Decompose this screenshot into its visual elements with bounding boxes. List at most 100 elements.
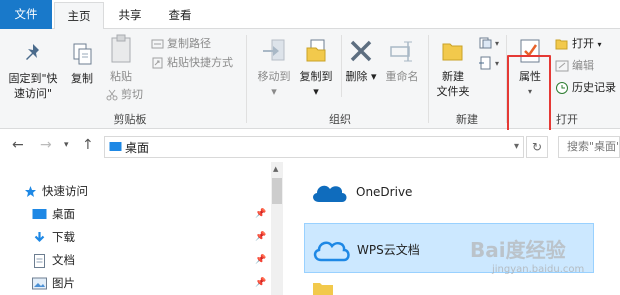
- forward-arrow-icon[interactable]: →: [40, 137, 52, 153]
- pin-quick-access-button[interactable]: 固定到"快 速访问": [4, 41, 62, 101]
- delete-x-icon: [350, 40, 372, 62]
- pin-label-line2: 速访问": [13, 87, 53, 100]
- pin-label-line1: 固定到"快: [8, 72, 58, 85]
- watermark-url: jingyan.baidu.com: [492, 264, 585, 275]
- copy-label: 复制: [71, 72, 93, 85]
- history-icon: [556, 82, 568, 94]
- new-folder-label-line1: 新建: [442, 70, 464, 83]
- nav-item-quick-access[interactable]: 快速访问: [0, 180, 270, 202]
- document-icon: [34, 254, 45, 268]
- move-to-button[interactable]: 移动到 ▾: [255, 37, 293, 99]
- copy-to-button[interactable]: 复制到 ▾: [295, 37, 337, 99]
- refresh-button[interactable]: ↻: [526, 136, 548, 158]
- scroll-up-arrow-icon[interactable]: ▲: [273, 165, 278, 173]
- copy-icon: [73, 43, 92, 65]
- paste-shortcut-button[interactable]: 粘贴快捷方式: [151, 54, 233, 72]
- nav-item-label: 快速访问: [42, 184, 88, 198]
- nav-item-label: 文档: [52, 253, 75, 267]
- onedrive-cloud-icon: [313, 185, 347, 202]
- easy-access-button[interactable]: ▾: [478, 54, 499, 72]
- edit-button[interactable]: 编辑: [555, 57, 594, 75]
- nav-item-pictures[interactable]: 图片 📌: [0, 272, 270, 294]
- rename-icon: [390, 41, 412, 62]
- history-button[interactable]: 历史记录: [555, 79, 616, 97]
- wps-cloud-icon: [313, 241, 350, 262]
- file-name: OneDrive: [356, 185, 413, 199]
- address-bar[interactable]: 桌面 ▾: [104, 136, 524, 158]
- paste-label: 粘贴: [110, 70, 132, 83]
- pinned-icon: 📌: [255, 255, 267, 265]
- file-list: OneDrive WPS云文档: [284, 162, 620, 295]
- cut-button[interactable]: 剪切: [106, 86, 143, 104]
- open-label: 打开: [572, 37, 594, 50]
- scissors-icon: [106, 89, 118, 101]
- paste-button[interactable]: 粘贴: [104, 33, 138, 84]
- nav-item-desktop[interactable]: 桌面 📌: [0, 203, 270, 225]
- pinned-icon: 📌: [255, 278, 267, 288]
- paste-shortcut-label: 粘贴快捷方式: [167, 56, 233, 69]
- open-folder-icon: [555, 39, 568, 50]
- desktop-icon: [109, 142, 122, 151]
- nav-item-label: 图片: [52, 276, 75, 290]
- nav-item-label: 下载: [52, 230, 75, 244]
- pinned-icon: 📌: [255, 209, 267, 219]
- paste-shortcut-icon: [152, 57, 163, 69]
- edit-label: 编辑: [572, 59, 594, 72]
- picture-icon: [32, 277, 47, 290]
- download-icon: [34, 232, 45, 243]
- clipboard-icon: [111, 34, 131, 63]
- organize-group-label: 组织: [329, 113, 351, 126]
- recent-locations-chevron-icon[interactable]: ▾: [64, 140, 69, 150]
- new-folder-button[interactable]: 新建 文件夹: [433, 37, 473, 99]
- copy-path-icon: [151, 39, 164, 49]
- ribbon-tab-bar: 文件 主页 共享 查看: [0, 0, 620, 30]
- clipboard-group-label: 剪贴板: [113, 113, 147, 126]
- nav-item-downloads[interactable]: 下载 📌: [0, 226, 270, 248]
- rename-label: 重命名: [385, 70, 419, 83]
- address-dropdown-icon[interactable]: ▾: [514, 141, 519, 152]
- open-button[interactable]: 打开 ▾: [555, 35, 602, 53]
- ribbon-separator: [341, 35, 342, 97]
- tab-home[interactable]: 主页: [54, 2, 104, 30]
- rename-button[interactable]: 重命名: [381, 37, 423, 84]
- scrollbar-thumb[interactable]: [272, 178, 282, 204]
- new-folder-label-line2: 文件夹: [436, 85, 470, 98]
- easy-access-icon: [479, 56, 491, 70]
- pinned-icon: 📌: [255, 232, 267, 242]
- navigation-pane-scrollbar[interactable]: ▲: [271, 162, 283, 295]
- navigation-pane: 快速访问 桌面 📌 下载 📌 文档 📌 图片 📌: [0, 162, 270, 295]
- file-item-onedrive[interactable]: OneDrive: [304, 168, 594, 218]
- delete-button[interactable]: 删除 ▾: [345, 37, 377, 84]
- dropdown-arrow-icon: ▾: [495, 39, 500, 48]
- open-group-label: 打开: [556, 113, 578, 126]
- new-group-label: 新建: [456, 113, 478, 126]
- tab-view[interactable]: 查看: [158, 2, 202, 29]
- nav-item-documents[interactable]: 文档 📌: [0, 249, 270, 271]
- address-path: 桌面: [125, 141, 150, 155]
- back-arrow-icon[interactable]: ←: [12, 137, 24, 153]
- file-name: WPS云文档: [357, 243, 420, 257]
- search-input[interactable]: 搜索"桌面": [558, 136, 620, 158]
- pin-icon: [26, 44, 39, 60]
- copy-button[interactable]: 复制: [66, 41, 98, 86]
- move-to-label: 移动到 ▾: [257, 70, 291, 98]
- new-item-button[interactable]: ▾: [478, 34, 499, 52]
- ribbon-home: 固定到"快 速访问" 复制 粘贴 复制路径 粘贴快捷方式 剪切 剪贴板 移动到 …: [0, 29, 620, 139]
- delete-label: 删除 ▾: [345, 70, 377, 83]
- desktop-icon: [32, 209, 47, 219]
- dropdown-arrow-icon: ▾: [495, 59, 500, 68]
- watermark-logo: Bai度经验: [470, 238, 566, 262]
- folder-icon: [313, 283, 333, 295]
- copy-to-label: 复制到 ▾: [299, 70, 333, 98]
- move-to-icon: [263, 39, 285, 61]
- navigation-bar: ← → ▾ ↑ 桌面 ▾ ↻ 搜索"桌面": [0, 130, 620, 162]
- dropdown-arrow-icon: ▾: [597, 40, 602, 49]
- tab-file[interactable]: 文件: [0, 0, 52, 29]
- copy-path-label: 复制路径: [167, 37, 211, 50]
- properties-highlight-box: [507, 55, 551, 139]
- ribbon-separator: [246, 35, 247, 123]
- cut-label: 剪切: [121, 88, 143, 101]
- copy-path-button[interactable]: 复制路径: [151, 35, 211, 53]
- up-arrow-icon[interactable]: ↑: [82, 137, 94, 153]
- tab-share[interactable]: 共享: [108, 2, 152, 29]
